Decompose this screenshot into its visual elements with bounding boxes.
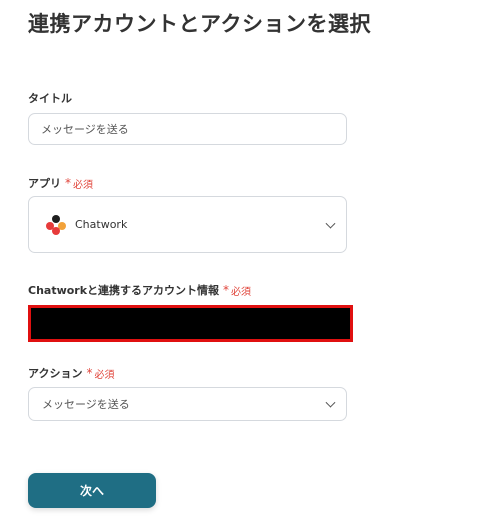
app-label: アプリ * 必須 bbox=[28, 175, 93, 191]
required-asterisk-icon: * bbox=[223, 283, 230, 297]
required-badge: * 必須 bbox=[86, 366, 114, 381]
required-text: 必須 bbox=[73, 179, 93, 191]
chatwork-logo-icon bbox=[46, 214, 66, 235]
chevron-down-icon bbox=[325, 218, 336, 229]
required-text: 必須 bbox=[94, 369, 115, 381]
title-input[interactable] bbox=[29, 114, 346, 144]
required-asterisk-icon: * bbox=[86, 366, 93, 380]
title-label: タイトル bbox=[28, 90, 72, 106]
account-select-redacted[interactable] bbox=[28, 305, 353, 342]
app-label-text: アプリ bbox=[28, 177, 61, 190]
required-asterisk-icon: * bbox=[65, 176, 71, 190]
action-label: アクション * 必須 bbox=[28, 365, 114, 381]
account-label-text: Chatworkと連携するアカウント情報 bbox=[28, 284, 220, 297]
app-select[interactable]: Chatwork bbox=[28, 196, 347, 253]
title-field[interactable] bbox=[28, 113, 347, 145]
action-select[interactable]: メッセージを送る bbox=[28, 387, 347, 421]
account-label: Chatworkと連携するアカウント情報 * 必須 bbox=[28, 282, 251, 298]
required-badge: * 必須 bbox=[223, 283, 251, 298]
required-badge: * 必須 bbox=[65, 176, 93, 191]
chevron-down-icon bbox=[325, 397, 336, 408]
selected-app-name: Chatwork bbox=[75, 218, 128, 231]
action-selected-value: メッセージを送る bbox=[42, 398, 130, 411]
next-button[interactable]: 次へ bbox=[28, 473, 156, 508]
page-title: 連携アカウントとアクションを選択 bbox=[28, 12, 371, 36]
title-label-text: タイトル bbox=[28, 92, 72, 105]
action-label-text: アクション bbox=[28, 367, 83, 380]
required-text: 必須 bbox=[231, 286, 252, 298]
